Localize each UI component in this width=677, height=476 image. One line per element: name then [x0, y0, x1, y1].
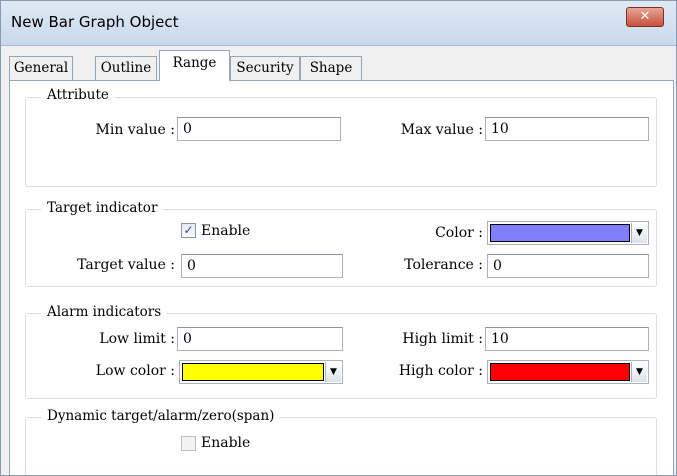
low-color-select[interactable]: ▼: [179, 360, 343, 384]
target-value-input[interactable]: 0: [181, 254, 343, 278]
dynamic-enable-checkbox[interactable]: [181, 436, 196, 451]
high-color-label: High color :: [398, 363, 483, 379]
check-icon: ✓: [183, 223, 194, 237]
tolerance-label: Tolerance :: [404, 257, 483, 273]
alarm-indicators-group: [25, 313, 657, 399]
tab-range[interactable]: Range: [159, 50, 230, 81]
dynamic-group: [25, 417, 657, 475]
target-color-select[interactable]: ▼: [487, 221, 649, 245]
target-indicator-title: Target indicator: [41, 200, 164, 216]
low-limit-input[interactable]: 0: [177, 327, 343, 351]
alarm-indicators-title: Alarm indicators: [41, 304, 168, 320]
low-color-swatch: [182, 363, 324, 381]
tab-security[interactable]: Security: [230, 56, 300, 80]
tolerance-input[interactable]: 0: [487, 254, 649, 278]
high-color-swatch: [490, 363, 630, 381]
close-button[interactable]: ✕: [626, 7, 664, 27]
high-limit-label: High limit :: [402, 331, 483, 347]
max-value-label: Max value :: [400, 122, 483, 138]
window-title: New Bar Graph Object: [11, 13, 179, 31]
title-bar[interactable]: New Bar Graph Object ✕: [1, 1, 676, 46]
low-color-label: Low color :: [95, 363, 175, 379]
chevron-down-icon[interactable]: ▼: [325, 362, 341, 382]
close-icon: ✕: [639, 9, 651, 24]
target-enable-checkbox[interactable]: ✓: [181, 223, 196, 238]
chevron-down-icon[interactable]: ▼: [631, 362, 647, 382]
target-color-swatch: [490, 224, 630, 242]
high-limit-input[interactable]: 10: [485, 327, 649, 351]
attribute-group: [25, 97, 657, 187]
attribute-group-title: Attribute: [41, 87, 115, 103]
dynamic-group-title: Dynamic target/alarm/zero(span): [41, 408, 281, 424]
tab-outline[interactable]: Outline: [95, 56, 157, 80]
dialog-window: New Bar Graph Object ✕ General Outline R…: [0, 0, 677, 476]
tab-general[interactable]: General: [9, 56, 73, 80]
min-value-input[interactable]: 0: [177, 117, 341, 141]
low-limit-label: Low limit :: [99, 331, 175, 347]
max-value-input[interactable]: 10: [485, 117, 649, 141]
high-color-select[interactable]: ▼: [487, 360, 649, 384]
tab-shape[interactable]: Shape: [300, 56, 362, 80]
color-label: Color :: [435, 225, 483, 241]
target-enable-label: Enable: [201, 223, 251, 239]
target-value-label: Target value :: [77, 257, 175, 273]
chevron-down-icon[interactable]: ▼: [631, 223, 647, 243]
dynamic-enable-label: Enable: [201, 435, 251, 451]
min-value-label: Min value :: [95, 122, 175, 138]
